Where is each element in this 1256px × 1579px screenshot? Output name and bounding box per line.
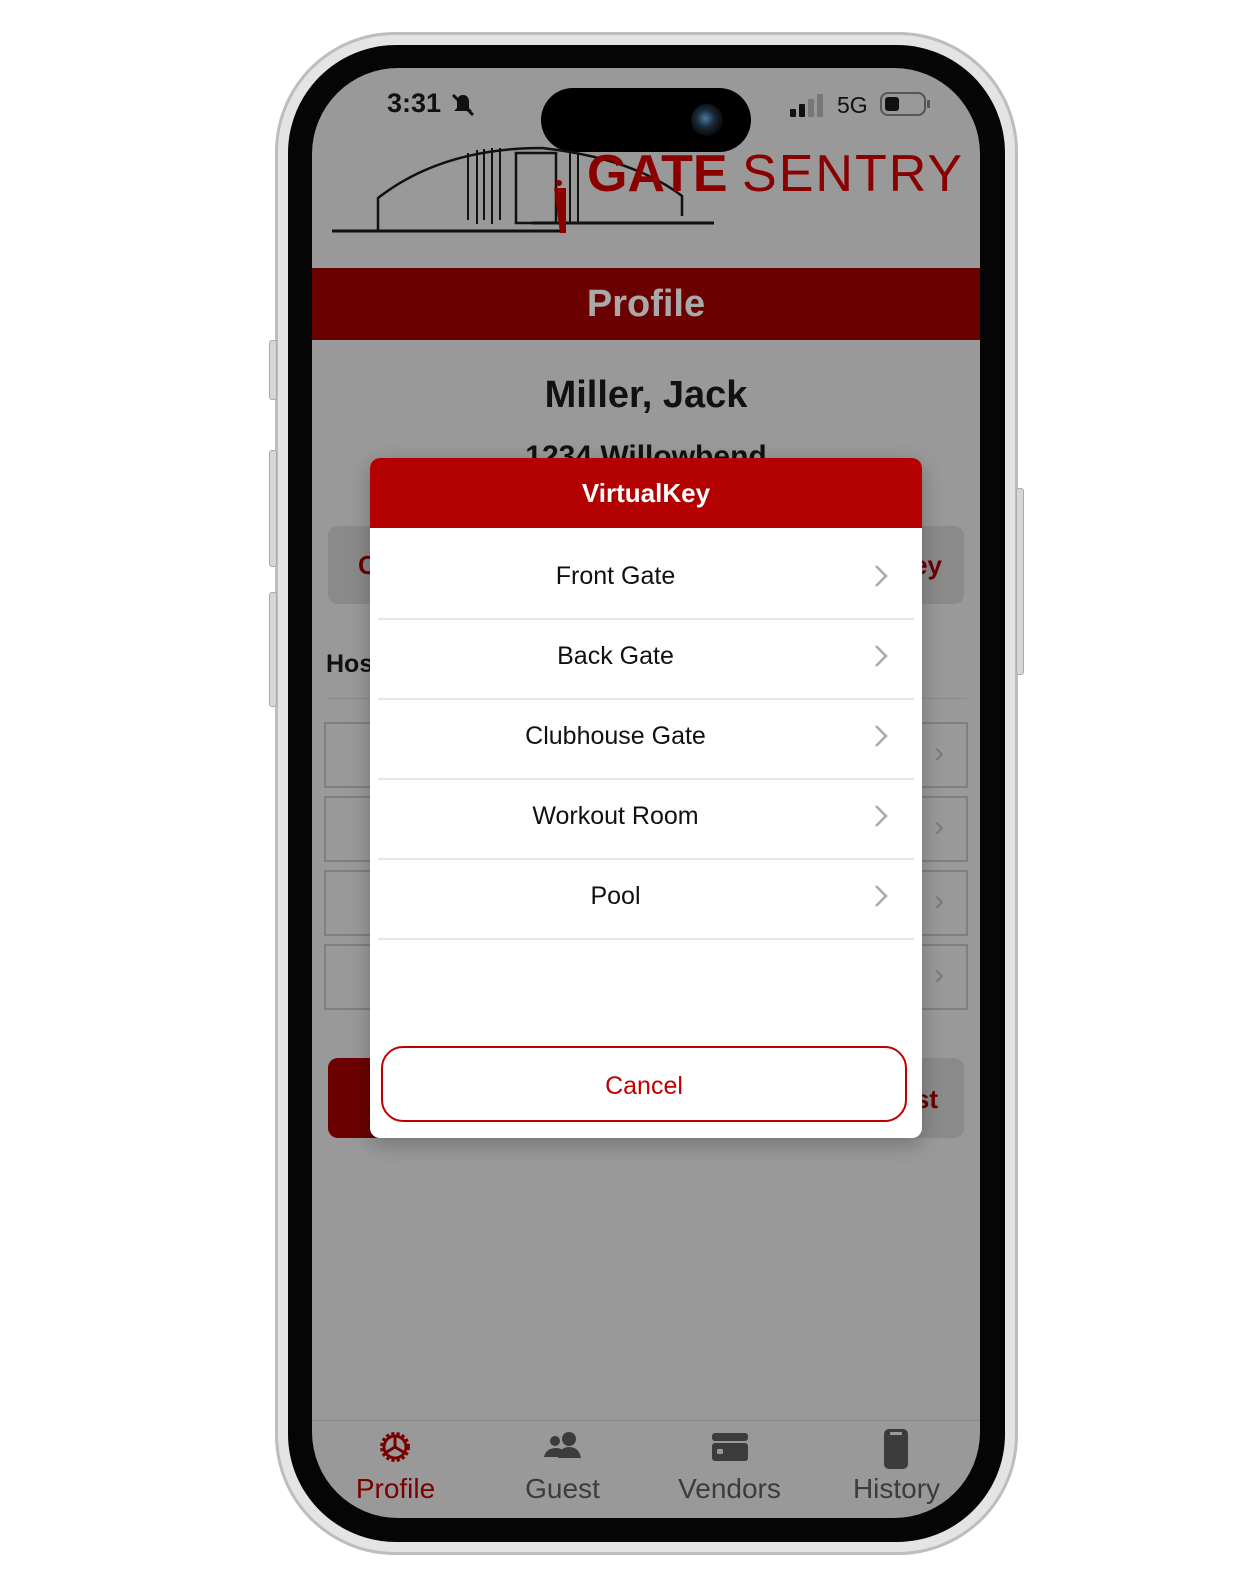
app-logo: GATE SENTRY <box>587 144 964 204</box>
volume-down-button <box>269 592 277 707</box>
mute-switch <box>269 340 277 400</box>
gate-option-clubhouse-gate[interactable]: Clubhouse Gate <box>378 698 914 780</box>
chevron-right-icon <box>875 565 888 587</box>
option-label: Front Gate <box>555 562 676 590</box>
tab-label: Guest <box>525 1473 600 1504</box>
battery-icon <box>880 92 930 116</box>
tab-label: Vendors <box>678 1473 781 1504</box>
resident-name: Miller, Jack <box>544 374 748 416</box>
network-type: 5G <box>837 92 868 118</box>
power-button <box>1016 488 1024 675</box>
volume-up-button <box>269 450 277 567</box>
cancel-button[interactable]: Cancel <box>381 1046 907 1122</box>
option-label: Pool <box>590 882 641 910</box>
dialog-title: VirtualKey <box>370 458 922 528</box>
option-label: Clubhouse Gate <box>525 722 706 750</box>
gate-option-back-gate[interactable]: Back Gate <box>378 618 914 700</box>
status-time: 3:31 <box>387 88 442 118</box>
bell-muted-icon <box>451 93 475 117</box>
gear-icon <box>380 1432 410 1462</box>
gate-option-workout-room[interactable]: Workout Room <box>378 778 914 860</box>
people-icon <box>544 1432 581 1458</box>
tab-label: History <box>852 1473 941 1504</box>
clipboard-icon <box>884 1429 908 1469</box>
logo-text-bold: GATE <box>587 145 728 203</box>
chevron-right-icon <box>875 805 888 827</box>
camera-icon <box>691 104 723 136</box>
gate-option-front-gate[interactable]: Front Gate <box>378 538 914 620</box>
gate-option-pool[interactable]: Pool <box>378 858 914 940</box>
chevron-right-icon <box>875 645 888 667</box>
section-label: Hos <box>326 650 374 678</box>
chevron-right-icon <box>875 725 888 747</box>
signal-icon <box>790 94 823 117</box>
card-icon <box>712 1433 748 1461</box>
chevron-right-icon <box>875 885 888 907</box>
tab-label: Profile <box>355 1473 436 1504</box>
virtualkey-dialog: VirtualKey Front Gate Back Gate Clubhous… <box>370 458 922 1138</box>
option-label: Workout Room <box>532 802 699 830</box>
tab-bar: Profile Guest Vendors History <box>312 1420 980 1518</box>
logo-text-light: SENTRY <box>742 145 965 203</box>
page-title: Profile <box>312 268 980 340</box>
option-label: Back Gate <box>557 642 674 670</box>
